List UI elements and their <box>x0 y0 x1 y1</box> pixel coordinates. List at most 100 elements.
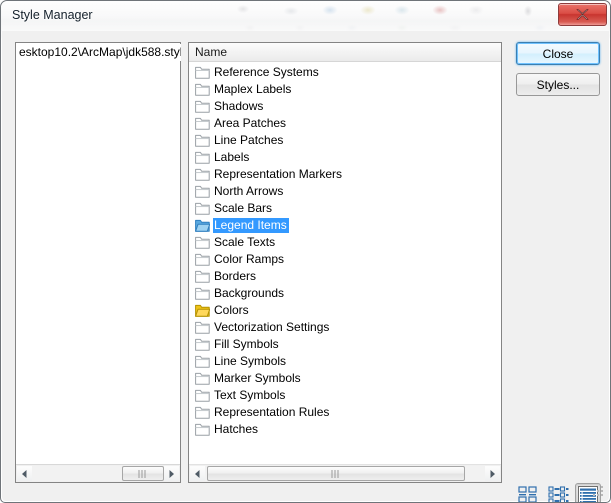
styles-button[interactable]: Styles... <box>516 73 600 96</box>
folder-open-icon <box>195 219 211 232</box>
folder-icon <box>195 253 210 266</box>
list-item[interactable]: Legend Items <box>189 217 501 234</box>
triangle-left-icon <box>195 469 200 478</box>
list-item[interactable]: Scale Bars <box>189 200 501 217</box>
list-item[interactable]: Representation Rules <box>189 404 501 421</box>
list-item[interactable]: Area Patches <box>189 115 501 132</box>
close-x-icon <box>576 9 589 20</box>
folder-icon <box>195 185 210 198</box>
list-item-label: Fill Symbols <box>214 337 279 351</box>
list-item-label: Legend Items <box>213 218 289 233</box>
folder-icon <box>195 406 210 419</box>
left-scroll-right-arrow[interactable] <box>164 466 179 481</box>
left-panel-horizontal-scrollbar[interactable] <box>16 464 180 482</box>
folder-icon <box>195 66 210 79</box>
list-item[interactable]: Color Ramps <box>189 251 501 268</box>
list-item[interactable]: Reference Systems <box>189 64 501 81</box>
folder-icon <box>195 100 210 113</box>
list-scroll-right-arrow[interactable] <box>485 466 500 481</box>
list-item-label: Scale Bars <box>214 201 273 215</box>
folder-icon <box>195 423 211 436</box>
list-item[interactable]: Text Symbols <box>189 387 501 404</box>
folder-icon <box>195 236 211 249</box>
list-item-label: Representation Rules <box>214 405 330 419</box>
list-item[interactable]: Vectorization Settings <box>189 319 501 336</box>
list-item-label: Area Patches <box>214 116 287 130</box>
folder-icon <box>195 66 211 79</box>
folder-icon <box>195 134 211 147</box>
list-item[interactable]: Colors <box>189 302 501 319</box>
list-item[interactable]: Maplex Labels <box>189 81 501 98</box>
list-item-label: Reference Systems <box>214 65 319 79</box>
triangle-right-icon <box>490 469 495 478</box>
list-item[interactable]: Fill Symbols <box>189 336 501 353</box>
folder-icon <box>195 168 210 181</box>
list-item-label: North Arrows <box>214 184 284 198</box>
triangle-left-icon <box>22 469 27 478</box>
list-item-label: Line Patches <box>214 133 284 147</box>
list-item[interactable]: Representation Markers <box>189 166 501 183</box>
folder-icon <box>195 321 210 334</box>
list-item[interactable]: North Arrows <box>189 183 501 200</box>
folder-icon <box>195 100 211 113</box>
small-icons-view-button[interactable] <box>545 483 571 502</box>
list-item-label: Marker Symbols <box>214 371 301 385</box>
triangle-right-icon <box>169 469 174 478</box>
list-column-header[interactable]: Name <box>189 43 501 62</box>
folder-icon <box>195 83 210 96</box>
style-manager-dialog: Style Manager esktop10.2\ArcMap\jdk588.s… <box>0 0 611 503</box>
list-item[interactable]: Marker Symbols <box>189 370 501 387</box>
list-scroll-left-arrow[interactable] <box>190 466 205 481</box>
folder-icon <box>195 389 210 402</box>
folder-icon <box>195 338 210 351</box>
list-item-label: Vectorization Settings <box>214 320 330 334</box>
list-panel-horizontal-scrollbar[interactable] <box>189 464 501 482</box>
folder-icon <box>195 236 210 249</box>
window-title: Style Manager <box>12 8 93 22</box>
grip-icon <box>138 470 148 478</box>
list-item[interactable]: Borders <box>189 268 501 285</box>
column-header-name: Name <box>195 45 228 59</box>
list-item[interactable]: Hatches <box>189 421 501 438</box>
list-item-label: Line Symbols <box>214 354 287 368</box>
list-scroll-thumb[interactable] <box>207 466 465 481</box>
large-icons-view-button[interactable] <box>515 483 541 502</box>
list-item[interactable]: Line Patches <box>189 132 501 149</box>
style-contents-list-panel[interactable]: Name Reference Systems Maplex Labels Shado… <box>188 42 502 483</box>
list-item-label: Colors <box>214 303 249 317</box>
folder-icon <box>195 151 210 164</box>
style-tree-panel[interactable]: esktop10.2\ArcMap\jdk588.style <box>15 42 181 483</box>
folder-icon <box>195 117 210 130</box>
list-item[interactable]: Labels <box>189 149 501 166</box>
list-item-label: Color Ramps <box>214 252 285 266</box>
list-item-label: Representation Markers <box>214 167 343 181</box>
folder-icon <box>195 117 211 130</box>
list-item-label: Scale Texts <box>214 235 276 249</box>
folder-icon <box>195 372 211 385</box>
folder-open-icon <box>195 304 211 317</box>
close-window-button[interactable] <box>558 3 607 26</box>
folder-open-icon <box>195 304 211 317</box>
folder-icon <box>195 423 210 436</box>
left-scroll-thumb[interactable] <box>122 466 164 481</box>
folder-icon <box>195 253 211 266</box>
list-item[interactable]: Scale Texts <box>189 234 501 251</box>
left-scroll-left-arrow[interactable] <box>17 466 32 481</box>
list-item-label: Hatches <box>214 422 259 436</box>
list-item[interactable]: Line Symbols <box>189 353 501 370</box>
folder-icon <box>195 287 210 300</box>
resize-grip[interactable] <box>593 486 605 498</box>
style-category-list[interactable]: Reference Systems Maplex Labels Shadows Are… <box>189 64 501 438</box>
list-item-label: Backgrounds <box>214 286 285 300</box>
folder-icon <box>195 83 211 96</box>
folder-icon <box>195 287 211 300</box>
folder-icon <box>195 355 210 368</box>
list-item[interactable]: Backgrounds <box>189 285 501 302</box>
grip-icon <box>331 470 341 478</box>
title-bar[interactable]: Style Manager <box>1 1 610 34</box>
folder-icon <box>195 355 211 368</box>
list-item-label: Text Symbols <box>214 388 286 402</box>
list-item[interactable]: Shadows <box>189 98 501 115</box>
close-button[interactable]: Close <box>516 42 600 65</box>
large-icons-icon <box>518 486 537 502</box>
